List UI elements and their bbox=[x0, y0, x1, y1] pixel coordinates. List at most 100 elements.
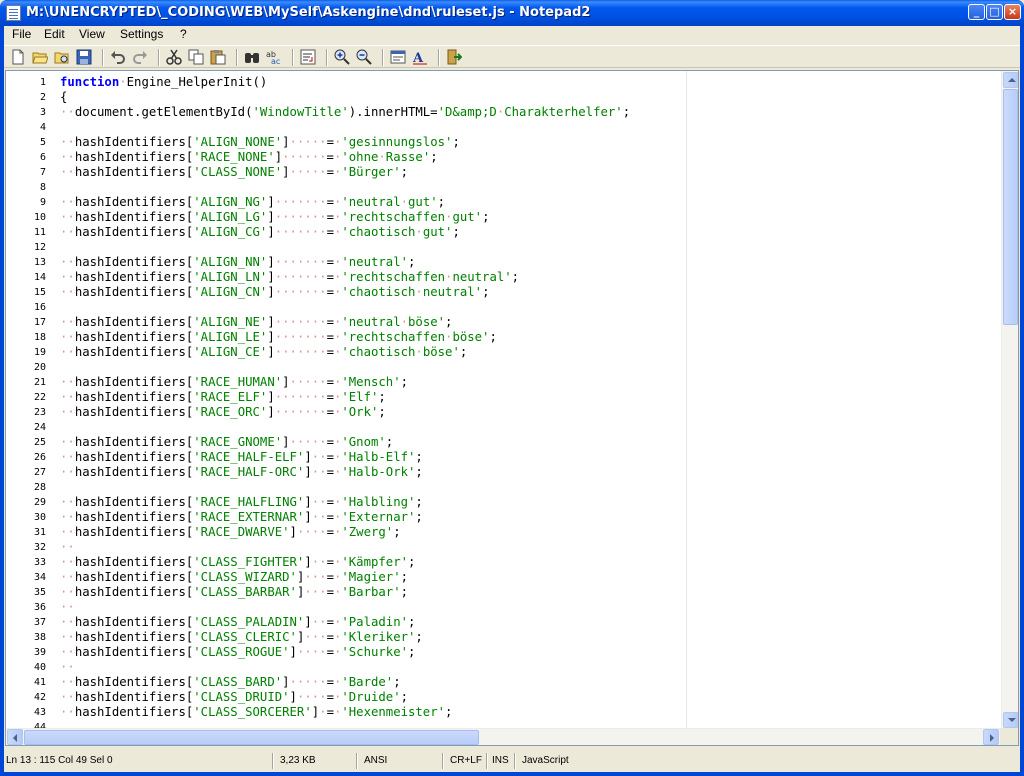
browse-icon[interactable] bbox=[54, 49, 70, 65]
code-line[interactable]: { bbox=[60, 90, 67, 105]
horizontal-scrollbar[interactable] bbox=[6, 728, 1001, 745]
line-number: 22 bbox=[33, 392, 46, 403]
line-number: 8 bbox=[39, 182, 46, 193]
menu-edit[interactable]: Edit bbox=[40, 27, 69, 43]
code-line[interactable]: ··hashIdentifiers['RACE_HUMAN']·····=·'M… bbox=[60, 375, 408, 390]
code-line[interactable]: ·· bbox=[60, 600, 75, 615]
replace-icon[interactable]: abac bbox=[266, 49, 282, 65]
line-number: 30 bbox=[33, 512, 46, 523]
code-line[interactable]: ··hashIdentifiers['RACE_HALF-ORC']··=·'H… bbox=[60, 465, 423, 480]
close-button[interactable]: × bbox=[1004, 4, 1021, 20]
save-icon[interactable] bbox=[76, 49, 92, 65]
code-line[interactable]: ··hashIdentifiers['RACE_EXTERNAR']··=·'E… bbox=[60, 510, 423, 525]
chevron-up-icon bbox=[1008, 78, 1016, 82]
horizontal-scroll-thumb[interactable] bbox=[24, 730, 479, 745]
line-number-gutter: 1 2 3 4 5 6 7 8 9 10 11 12 13 14 15 16 17 18 19 20 21 22 23 24 2… bbox=[6, 71, 58, 745]
code-line[interactable]: ··hashIdentifiers['RACE_ELF']·······=·'E… bbox=[60, 390, 386, 405]
line-number: 29 bbox=[33, 497, 46, 508]
code-line[interactable]: function·Engine_HelperInit() bbox=[60, 75, 267, 90]
minimize-button[interactable]: _ bbox=[968, 4, 985, 20]
code-line[interactable]: ··hashIdentifiers['RACE_HALFLING']··=·'H… bbox=[60, 495, 423, 510]
code-line[interactable]: ··hashIdentifiers['ALIGN_LG']·······=·'r… bbox=[60, 210, 489, 225]
code-line[interactable]: ··hashIdentifiers['RACE_DWARVE']····=·'Z… bbox=[60, 525, 401, 540]
code-line[interactable]: ··hashIdentifiers['ALIGN_NE']·······=·'n… bbox=[60, 315, 452, 330]
code-line[interactable]: ··hashIdentifiers['ALIGN_NONE']·····=·'g… bbox=[60, 135, 460, 150]
code-line[interactable]: ··hashIdentifiers['RACE_ORC']·······=·'O… bbox=[60, 405, 386, 420]
scroll-right-button[interactable] bbox=[983, 729, 999, 745]
code-line[interactable]: ··hashIdentifiers['ALIGN_NG']·······=·'n… bbox=[60, 195, 445, 210]
editor[interactable]: 1 2 3 4 5 6 7 8 9 10 11 12 13 14 15 16 17 18 19 20 21 22 23 24 2… bbox=[5, 70, 1019, 746]
redo-icon[interactable] bbox=[132, 49, 148, 65]
code-line[interactable]: ··hashIdentifiers['CLASS_WIZARD']···=·'M… bbox=[60, 570, 408, 585]
status-separator bbox=[272, 753, 273, 769]
code-line[interactable]: ··hashIdentifiers['CLASS_FIGHTER']··=·'K… bbox=[60, 555, 415, 570]
code-line[interactable]: ··document.getElementById('WindowTitle')… bbox=[60, 105, 630, 120]
svg-text:A: A bbox=[412, 51, 424, 65]
code-line[interactable]: ··hashIdentifiers['CLASS_ROGUE']····=·'S… bbox=[60, 645, 415, 660]
status-line-endings[interactable]: CR+LF bbox=[450, 753, 482, 769]
open-folder-icon[interactable] bbox=[32, 49, 48, 65]
line-number: 25 bbox=[33, 437, 46, 448]
code-line[interactable]: ··hashIdentifiers['CLASS_NONE']·····=·'B… bbox=[60, 165, 408, 180]
code-line[interactable]: ··hashIdentifiers['CLASS_PALADIN']··=·'P… bbox=[60, 615, 415, 630]
line-number: 18 bbox=[33, 332, 46, 343]
status-encoding[interactable]: ANSI bbox=[364, 753, 387, 769]
code-area[interactable]: function·Engine_HelperInit(){··document.… bbox=[58, 71, 1002, 745]
code-line[interactable]: ··hashIdentifiers['CLASS_CLERIC']···=·'K… bbox=[60, 630, 423, 645]
scroll-left-button[interactable] bbox=[7, 729, 23, 745]
notepad-app-icon[interactable] bbox=[6, 5, 21, 21]
title-bar[interactable]: M:\UNENCRYPTED\_CODING\WEB\MySelf\Askeng… bbox=[0, 0, 1024, 26]
line-number: 28 bbox=[33, 482, 46, 493]
code-line[interactable]: ··hashIdentifiers['ALIGN_CN']·······=·'c… bbox=[60, 285, 489, 300]
menu-file[interactable]: File bbox=[8, 27, 35, 43]
font-icon[interactable]: A bbox=[412, 49, 428, 65]
vertical-scroll-thumb[interactable] bbox=[1003, 89, 1018, 325]
line-number: 5 bbox=[39, 137, 46, 148]
code-line[interactable]: ··hashIdentifiers['CLASS_BARBAR']···=·'B… bbox=[60, 585, 408, 600]
find-icon[interactable] bbox=[244, 49, 260, 65]
code-line[interactable]: ·· bbox=[60, 540, 75, 555]
code-line[interactable]: ··hashIdentifiers['CLASS_SORCERER']·=·'H… bbox=[60, 705, 452, 720]
chevron-down-icon bbox=[1008, 718, 1016, 722]
toolbar-separator bbox=[326, 49, 327, 66]
vertical-scrollbar[interactable] bbox=[1001, 71, 1018, 729]
line-number: 15 bbox=[33, 287, 46, 298]
status-insert-mode[interactable]: INS bbox=[492, 753, 509, 769]
exit-icon[interactable] bbox=[446, 49, 462, 65]
code-line[interactable]: ··hashIdentifiers['ALIGN_CE']·······=·'c… bbox=[60, 345, 467, 360]
copy-icon[interactable] bbox=[188, 49, 204, 65]
cut-icon[interactable] bbox=[166, 49, 182, 65]
code-line[interactable]: ··hashIdentifiers['CLASS_DRUID']····=·'D… bbox=[60, 690, 408, 705]
toolbar-separator bbox=[382, 49, 383, 66]
toolbar-separator bbox=[158, 49, 159, 66]
line-number: 43 bbox=[33, 707, 46, 718]
status-bar: Ln 13 : 115 Col 49 Sel 0 3,23 KB ANSI CR… bbox=[4, 750, 1020, 772]
code-line[interactable]: ··hashIdentifiers['ALIGN_NN']·······=·'n… bbox=[60, 255, 415, 270]
scheme-icon[interactable] bbox=[390, 49, 406, 65]
menu-help[interactable]: ? bbox=[176, 27, 191, 43]
word-wrap-icon[interactable] bbox=[300, 49, 316, 65]
scroll-up-button[interactable] bbox=[1003, 72, 1018, 88]
code-line[interactable]: ··hashIdentifiers['ALIGN_CG']·······=·'c… bbox=[60, 225, 460, 240]
code-line[interactable]: ·· bbox=[60, 660, 75, 675]
paste-icon[interactable] bbox=[210, 49, 226, 65]
zoom-in-icon[interactable] bbox=[334, 49, 350, 65]
code-line[interactable]: ··hashIdentifiers['ALIGN_LN']·······=·'r… bbox=[60, 270, 519, 285]
menu-settings[interactable]: Settings bbox=[116, 27, 167, 43]
code-line[interactable]: ··hashIdentifiers['CLASS_BARD']·····=·'B… bbox=[60, 675, 401, 690]
status-language[interactable]: JavaScript bbox=[522, 753, 569, 769]
code-line[interactable]: ··hashIdentifiers['RACE_GNOME']·····=·'G… bbox=[60, 435, 393, 450]
status-position: Ln 13 : 115 Col 49 Sel 0 bbox=[6, 755, 113, 766]
code-line[interactable]: ··hashIdentifiers['ALIGN_LE']·······=·'r… bbox=[60, 330, 497, 345]
code-line[interactable]: ··hashIdentifiers['RACE_HALF-ELF']··=·'H… bbox=[60, 450, 423, 465]
chevron-right-icon bbox=[990, 734, 994, 742]
long-line-marker bbox=[686, 71, 687, 745]
code-line[interactable]: ··hashIdentifiers['RACE_NONE']······=·'o… bbox=[60, 150, 438, 165]
zoom-out-icon[interactable] bbox=[356, 49, 372, 65]
menu-view[interactable]: View bbox=[75, 27, 109, 43]
line-number: 33 bbox=[33, 557, 46, 568]
scroll-down-button[interactable] bbox=[1003, 712, 1018, 728]
undo-icon[interactable] bbox=[110, 49, 126, 65]
new-file-icon[interactable] bbox=[10, 49, 26, 65]
maximize-button[interactable]: □ bbox=[986, 4, 1003, 20]
